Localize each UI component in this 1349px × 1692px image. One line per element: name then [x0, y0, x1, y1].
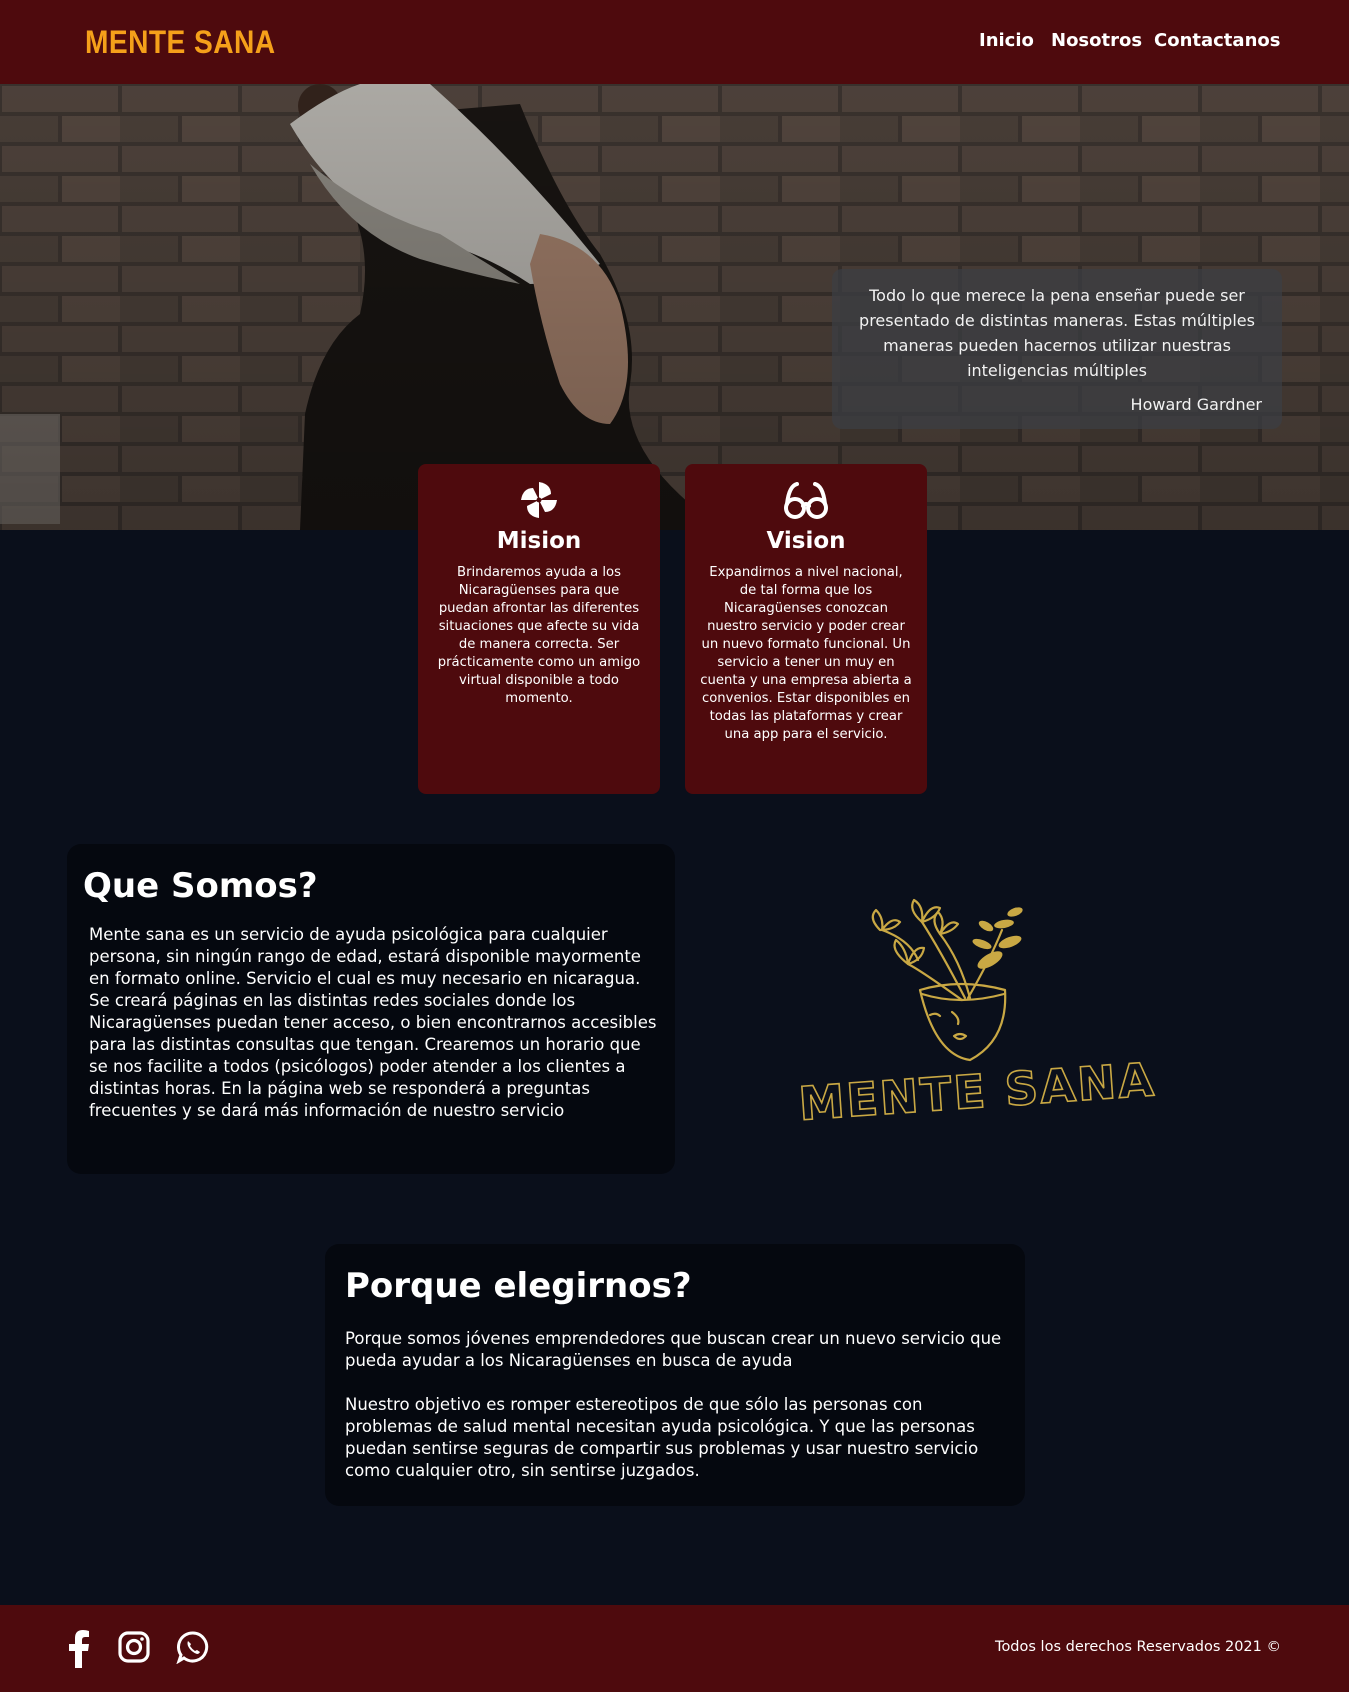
que-somos-title: Que Somos?: [83, 866, 318, 906]
mision-card: Mision Brindaremos ayuda a los Nicaragüe…: [418, 464, 660, 794]
que-somos-section: Que Somos? Mente sana es un servicio de …: [67, 844, 675, 1174]
porque-paragraph-1: Porque somos jóvenes emprendedores que b…: [345, 1329, 1002, 1370]
vision-text: Expandirnos a nivel nacional, de tal for…: [700, 565, 912, 742]
mision-text: Brindaremos ayuda a los Nicaragüenses pa…: [437, 565, 641, 706]
porque-elegirnos-section: Porque elegirnos? Porque somos jóvenes e…: [325, 1244, 1025, 1506]
quote-box: Todo lo que merece la pena enseñar puede…: [832, 269, 1282, 429]
vision-title: Vision: [766, 528, 846, 554]
nav-link-contactanos[interactable]: Contactanos: [1154, 30, 1280, 51]
whatsapp-icon[interactable]: [176, 1630, 210, 1664]
facebook-icon[interactable]: [66, 1630, 92, 1668]
pinwheel-icon: [521, 482, 557, 518]
brand-logo[interactable]: MENTE SANA: [85, 24, 276, 61]
instagram-icon[interactable]: [117, 1630, 151, 1664]
glasses-icon: [784, 482, 828, 519]
que-somos-text: Mente sana es un servicio de ayuda psico…: [89, 925, 657, 1120]
navbar: MENTE SANA Inicio Nosotros Contactanos: [0, 0, 1349, 84]
hero-banner: Todo lo que merece la pena enseñar puede…: [0, 84, 1349, 530]
copyright-text: Todos los derechos Reservados 2021 ©: [995, 1639, 1281, 1655]
vision-card: Vision Expandirnos a nivel nacional, de …: [685, 464, 927, 794]
logo-wordmark: MENTE SANA: [797, 1052, 1157, 1131]
quote-author: Howard Gardner: [1130, 395, 1262, 414]
footer: Todos los derechos Reservados 2021 ©: [0, 1605, 1349, 1692]
nav-link-inicio[interactable]: Inicio: [979, 30, 1034, 51]
nav-link-nosotros[interactable]: Nosotros: [1051, 30, 1142, 51]
mente-sana-logo: MENTE SANA: [790, 890, 1180, 1140]
porque-elegirnos-title: Porque elegirnos?: [345, 1266, 692, 1306]
quote-text: Todo lo que merece la pena enseñar puede…: [859, 286, 1255, 380]
porque-paragraph-2: Nuestro objetivo es romper estereotipos …: [345, 1395, 979, 1480]
mision-title: Mision: [496, 528, 582, 554]
